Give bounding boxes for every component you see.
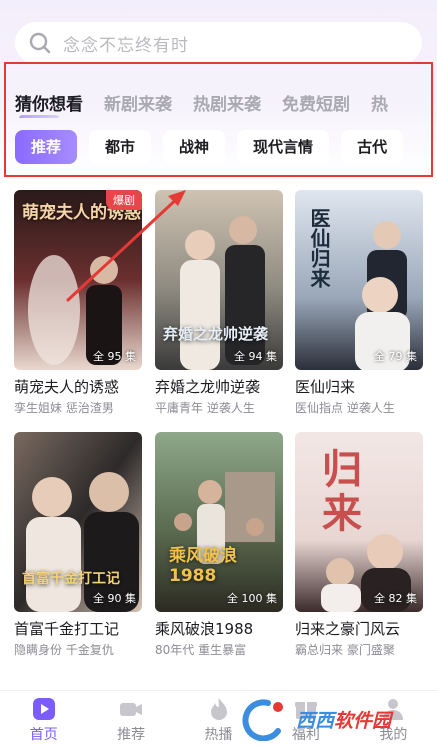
drama-card[interactable]: 归来 全 82 集 归来之豪门风云 霸总归来 豪门盛聚	[295, 432, 423, 658]
poster-title: 弃婚之龙帅逆袭	[163, 325, 269, 343]
tab-hot-dramas[interactable]: 热剧来袭	[193, 90, 261, 115]
drama-poster[interactable]: 医仙归来 全 79 集	[295, 190, 423, 370]
watermark-text: 西西软件园	[296, 709, 392, 732]
drama-poster[interactable]: 弃婚之龙帅逆袭 全 94 集	[155, 190, 283, 370]
drama-poster[interactable]: 归来 全 82 集	[295, 432, 423, 612]
tab-free-shorts[interactable]: 免费短剧	[282, 90, 350, 115]
tab-more[interactable]: 热	[371, 90, 388, 115]
drama-card[interactable]: 乘风破浪1988 全 100 集 乘风破浪1988 80年代 重生暴富	[155, 432, 283, 658]
drama-title[interactable]: 首富千金打工记	[14, 618, 142, 639]
search-icon	[29, 32, 51, 54]
drama-poster[interactable]: 萌宠夫人的诱惑 爆剧 全 95 集	[14, 190, 142, 370]
search-placeholder: 念念不忘终有时	[63, 35, 189, 56]
episode-count: 全 90 集	[93, 592, 136, 605]
category-tabs: 猜你想看 新剧来袭 热剧来袭 免费短剧 热	[15, 86, 435, 118]
tab-guess-you-like[interactable]: 猜你想看	[15, 90, 83, 118]
watermark-logo-icon	[242, 699, 283, 741]
nav-home[interactable]: 首页	[0, 691, 87, 748]
episode-count: 全 100 集	[227, 592, 277, 605]
drama-poster[interactable]: 乘风破浪1988 全 100 集	[155, 432, 283, 612]
drama-tags: 霸总归来 豪门盛聚	[295, 643, 395, 657]
flame-icon	[210, 697, 227, 720]
episode-count: 全 94 集	[234, 350, 277, 363]
drama-poster[interactable]: 首富千金打工记 全 90 集	[14, 432, 142, 612]
drama-card[interactable]: 医仙归来 全 79 集 医仙归来 医仙指点 逆袭人生	[295, 190, 423, 416]
drama-card[interactable]: 萌宠夫人的诱惑 爆剧 全 95 集 萌宠夫人的诱惑 孪生姐妹 惩治渣男	[14, 190, 142, 416]
chip-war-god[interactable]: 战神	[163, 130, 226, 164]
genre-chips: 推荐 都市 战神 现代言情 古代	[15, 130, 437, 164]
drama-title[interactable]: 医仙归来	[295, 376, 423, 397]
drama-card[interactable]: 首富千金打工记 全 90 集 首富千金打工记 隐瞒身份 千金复仇	[14, 432, 142, 658]
chip-ancient[interactable]: 古代	[341, 130, 404, 164]
tab-new-dramas[interactable]: 新剧来袭	[104, 90, 172, 115]
drama-tags: 医仙指点 逆袭人生	[295, 401, 395, 415]
watermark: 西西软件园	[238, 690, 437, 748]
episode-count: 全 79 集	[374, 350, 417, 363]
chip-modern-romance[interactable]: 现代言情	[237, 130, 330, 164]
drama-title[interactable]: 弃婚之龙帅逆袭	[155, 376, 283, 397]
drama-title[interactable]: 萌宠夫人的诱惑	[14, 376, 142, 397]
episode-count: 全 95 集	[93, 350, 136, 363]
drama-card[interactable]: 弃婚之龙帅逆袭 全 94 集 弃婚之龙帅逆袭 平庸青年 逆袭人生	[155, 190, 283, 416]
nav-recommend[interactable]: 推荐	[87, 691, 174, 748]
episode-count: 全 82 集	[374, 592, 417, 605]
nav-home-label: 首页	[29, 726, 58, 743]
search-bar[interactable]: 念念不忘终有时	[15, 22, 422, 64]
poster-title: 归来	[315, 448, 361, 536]
drama-title[interactable]: 归来之豪门风云	[295, 618, 423, 639]
hot-badge: 爆剧	[106, 190, 142, 210]
video-camera-icon	[120, 702, 143, 716]
poster-title: 首富千金打工记	[22, 571, 120, 587]
poster-title: 乘风破浪1988	[169, 546, 237, 586]
drama-tags: 80年代 重生暴富	[155, 643, 247, 657]
poster-title: 医仙归来	[307, 208, 331, 288]
chip-urban[interactable]: 都市	[89, 130, 152, 164]
nav-hot-label: 热播	[204, 726, 233, 743]
chip-recommend[interactable]: 推荐	[15, 130, 78, 164]
drama-tags: 平庸青年 逆袭人生	[155, 401, 255, 415]
drama-tags: 隐瞒身份 千金复仇	[14, 643, 114, 657]
nav-recommend-label: 推荐	[117, 726, 146, 743]
home-play-icon	[32, 697, 55, 720]
drama-title[interactable]: 乘风破浪1988	[155, 618, 283, 639]
drama-tags: 孪生姐妹 惩治渣男	[14, 401, 114, 415]
